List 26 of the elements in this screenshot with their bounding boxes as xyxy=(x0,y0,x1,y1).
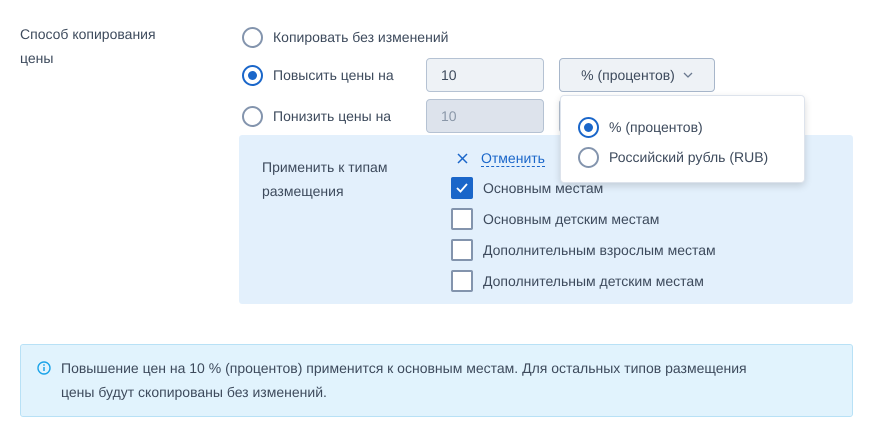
checkbox-label[interactable]: Основным местам xyxy=(483,180,604,196)
check-icon xyxy=(455,182,469,194)
option-label[interactable]: Копировать без изменений xyxy=(273,29,448,45)
radio-button[interactable] xyxy=(242,64,263,86)
menu-item[interactable]: % (процентов) xyxy=(609,119,703,135)
caret-icon xyxy=(682,72,693,78)
checkbox[interactable] xyxy=(451,238,473,260)
cancel-link[interactable]: Отменить xyxy=(481,150,545,166)
close-icon xyxy=(457,152,468,164)
radio-button[interactable] xyxy=(578,116,599,138)
field-label: Способ копирования цены xyxy=(20,25,157,68)
checkbox[interactable] xyxy=(451,176,473,198)
unit-select[interactable]: % (процентов) xyxy=(559,58,715,92)
checkbox[interactable] xyxy=(451,270,473,292)
checkbox-label[interactable]: Дополнительным взрослым местам xyxy=(483,242,716,258)
option-label[interactable]: Повысить цены на xyxy=(273,67,426,83)
info-text: Повышение цен на 10 % (процентов) применится к основным местам. Для остальных типов размещения цены будут скопированы без изменений. xyxy=(61,359,748,402)
radio-button[interactable] xyxy=(578,146,599,168)
checkbox[interactable] xyxy=(451,208,473,230)
info-icon xyxy=(37,361,51,375)
checkbox-label[interactable]: Основным детским местам xyxy=(483,210,660,226)
checkbox-label[interactable]: Дополнительным детским местам xyxy=(483,272,704,288)
menu-item[interactable]: Российский рубль (RUB) xyxy=(609,149,768,165)
radio-button[interactable] xyxy=(242,26,263,48)
field-label: Применить к типам размещения xyxy=(262,158,388,201)
amount-input[interactable]: 10 xyxy=(426,58,544,92)
